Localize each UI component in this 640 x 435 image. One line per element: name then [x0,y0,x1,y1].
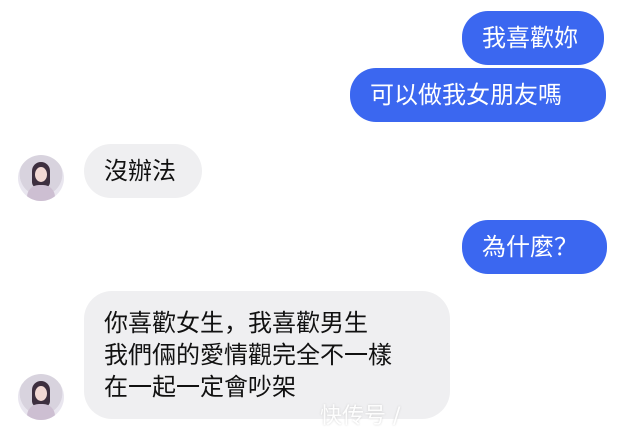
contact-avatar-2[interactable] [18,374,64,420]
outgoing-message-2[interactable]: 可以做我女朋友嗎 [350,68,606,122]
chat-thread: 我喜歡妳 可以做我女朋友嗎 沒辦法 為什麼？ 你喜歡女生，我喜歡男生 我們倆的愛… [0,0,640,435]
outgoing-message-1[interactable]: 我喜歡妳 [462,11,604,65]
outgoing-message-3[interactable]: 為什麼？ [462,220,607,274]
avatar-body [27,185,55,201]
avatar-body [27,404,55,420]
avatar-face [35,167,47,182]
watermark-text: 快传号 / [320,404,401,429]
incoming-message-1[interactable]: 沒辦法 [84,144,202,198]
message-line-2: 我們倆的愛情觀完全不一樣 [104,341,392,369]
message-line-1: 你喜歡女生，我喜歡男生 [104,309,368,337]
avatar-face [35,386,47,401]
contact-avatar-1[interactable] [18,155,64,201]
